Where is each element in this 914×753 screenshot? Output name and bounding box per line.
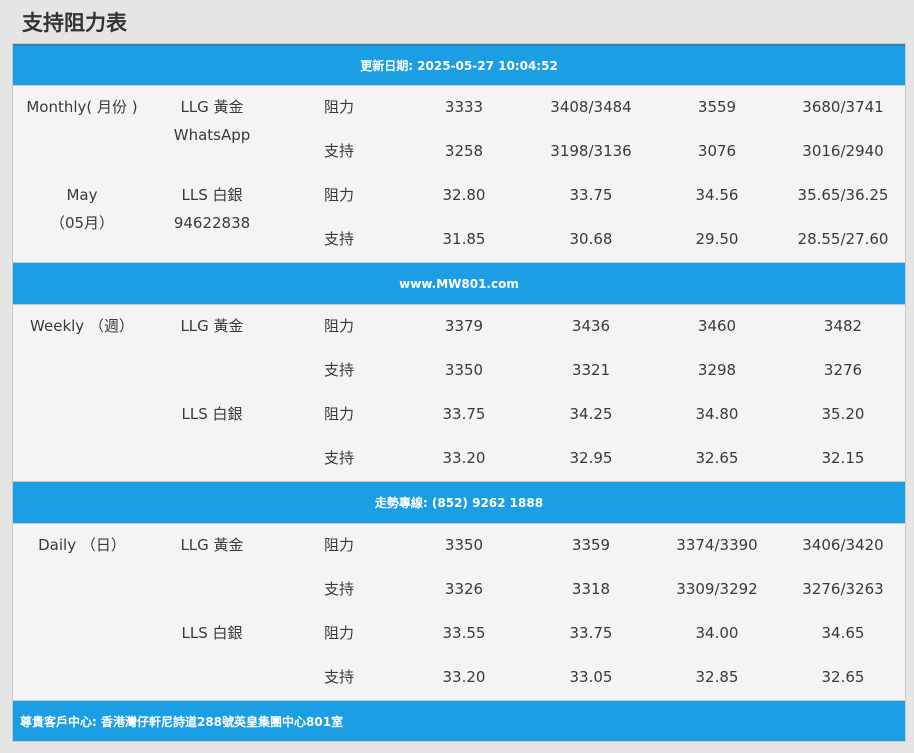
value-cell: 34.65 xyxy=(821,624,865,642)
value-cell: 32.65 xyxy=(821,668,865,686)
value-cell: 35.65/36.25 xyxy=(797,186,889,204)
value-cell: 29.50 xyxy=(695,230,739,248)
value-cell: 3350 xyxy=(444,536,484,554)
value-cell: 3298 xyxy=(697,361,737,379)
value-cell: 3318 xyxy=(571,580,611,598)
value-cell: 34.25 xyxy=(569,405,613,423)
value-cell: 3076 xyxy=(697,142,737,160)
row-type: 支持 xyxy=(323,449,354,467)
metal-silver-label: LLS 白銀 xyxy=(181,186,243,204)
row-type: 阻力 xyxy=(323,98,354,116)
row-type: 阻力 xyxy=(323,536,354,554)
value-cell: 3198/3136 xyxy=(550,142,632,160)
metal-gold-label: LLG 黃金 xyxy=(180,317,244,335)
row-type: 支持 xyxy=(323,230,354,248)
row-type: 支持 xyxy=(323,142,354,160)
value-cell: 33.05 xyxy=(569,668,613,686)
value-cell: 3460 xyxy=(697,317,737,335)
daily-group: Daily （日） LLG 黃金 LLS 白銀 阻力 3350 3359 337… xyxy=(13,524,905,701)
value-cell: 33.75 xyxy=(569,624,613,642)
value-cell: 3374/3390 xyxy=(676,536,758,554)
hotline-banner: 走勢專線: (852) 9262 1888 xyxy=(13,482,905,524)
period-month: May xyxy=(66,186,98,204)
value-cell: 32.85 xyxy=(695,668,739,686)
updated-date-banner: 更新日期: 2025-05-27 10:04:52 xyxy=(13,44,905,86)
value-cell: 3408/3484 xyxy=(550,98,632,116)
metal-silver-label: LLS 白銀 xyxy=(181,405,243,423)
value-cell: 3436 xyxy=(571,317,611,335)
value-cell: 33.55 xyxy=(442,624,486,642)
weekly-group: Weekly （週） LLG 黃金 LLS 白銀 阻力 3379 3436 34… xyxy=(13,305,905,482)
value-cell: 3359 xyxy=(571,536,611,554)
value-cell: 3379 xyxy=(444,317,484,335)
value-cell: 3482 xyxy=(823,317,863,335)
metal-silver-label: LLS 白銀 xyxy=(181,624,243,642)
page-title: 支持阻力表 xyxy=(22,11,127,35)
value-cell: 33.75 xyxy=(569,186,613,204)
row-type: 支持 xyxy=(323,361,354,379)
row-type: 支持 xyxy=(323,668,354,686)
value-cell: 33.75 xyxy=(442,405,486,423)
value-cell: 33.20 xyxy=(442,668,486,686)
value-cell: 3276/3263 xyxy=(802,580,884,598)
value-cell: 31.85 xyxy=(442,230,486,248)
client-centre-footer: 尊貴客戶中心: 香港灣仔軒尼詩道288號英皇集團中心801室 xyxy=(13,701,905,741)
value-cell: 3016/2940 xyxy=(802,142,884,160)
value-cell: 3321 xyxy=(571,361,611,379)
value-cell: 3276 xyxy=(823,361,863,379)
row-type: 阻力 xyxy=(323,405,354,423)
metal-gold-label: LLG 黃金 xyxy=(180,98,244,116)
value-cell: 32.80 xyxy=(442,186,486,204)
period-label: Monthly( 月份 ) xyxy=(26,98,138,116)
value-cell: 3350 xyxy=(444,361,484,379)
period-label: Weekly （週） xyxy=(30,317,134,335)
value-cell: 28.55/27.60 xyxy=(797,230,889,248)
value-cell: 35.20 xyxy=(821,405,865,423)
whatsapp-label: WhatsApp xyxy=(173,126,251,144)
value-cell: 34.00 xyxy=(695,624,739,642)
value-cell: 3309/3292 xyxy=(676,580,758,598)
website-banner: www.MW801.com xyxy=(13,263,905,305)
row-type: 阻力 xyxy=(323,186,354,204)
value-cell: 3333 xyxy=(444,98,484,116)
monthly-group: Monthly( 月份 ) May （05月） LLG 黃金 WhatsApp … xyxy=(13,86,905,263)
whatsapp-number: 94622838 xyxy=(173,214,251,232)
value-cell: 34.56 xyxy=(695,186,739,204)
period-month-number: （05月） xyxy=(49,214,115,232)
value-cell: 32.65 xyxy=(695,449,739,467)
value-cell: 3326 xyxy=(444,580,484,598)
row-type: 阻力 xyxy=(323,317,354,335)
row-type: 支持 xyxy=(323,580,354,598)
period-label: Daily （日） xyxy=(38,536,126,554)
value-cell: 33.20 xyxy=(442,449,486,467)
metal-gold-label: LLG 黃金 xyxy=(180,536,244,554)
value-cell: 3258 xyxy=(444,142,484,160)
row-type: 阻力 xyxy=(323,624,354,642)
value-cell: 3559 xyxy=(697,98,737,116)
value-cell: 3680/3741 xyxy=(802,98,884,116)
value-cell: 3406/3420 xyxy=(802,536,884,554)
value-cell: 32.95 xyxy=(569,449,613,467)
value-cell: 32.15 xyxy=(821,449,865,467)
value-cell: 34.80 xyxy=(695,405,739,423)
support-resistance-table: 更新日期: 2025-05-27 10:04:52 Monthly( 月份 ) … xyxy=(12,43,906,742)
value-cell: 30.68 xyxy=(569,230,613,248)
